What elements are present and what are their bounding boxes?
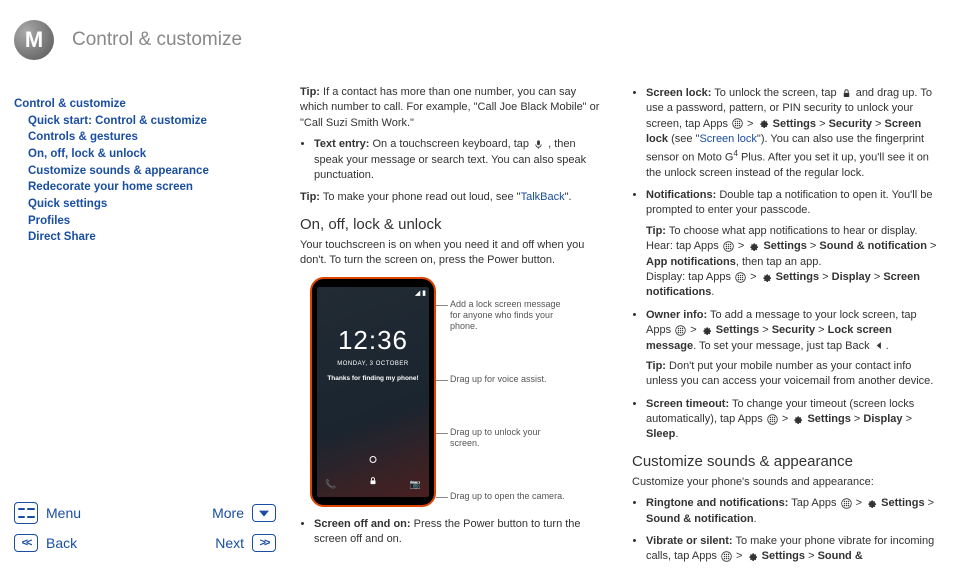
callout-unlock: Drag up to unlock your screen. (450, 427, 570, 450)
status-bar: ◢ ▮ (317, 287, 429, 301)
next-label: Next (215, 535, 244, 551)
tip1-text: If a contact has more than one number, y… (300, 86, 599, 129)
toc-item[interactable]: Direct Share (14, 229, 276, 246)
tip-label: Tip: (300, 86, 320, 98)
heading-onoff: On, off, lock & unlock (300, 214, 606, 235)
ringtone-label: Ringtone and notifications: (646, 497, 788, 509)
content-column-2: Screen lock: To unlock the screen, tap a… (622, 82, 954, 576)
lock-icon (841, 88, 852, 99)
callout-lock-message: Add a lock screen message for anyone who… (450, 299, 570, 333)
toc-item[interactable]: Quick settings (14, 196, 276, 213)
notifications-label: Notifications: (646, 189, 716, 201)
menu-grid-icon (14, 502, 38, 524)
apps-icon (767, 414, 778, 425)
next-arrows-icon: >> (252, 534, 276, 552)
text-entry-label: Text entry: (314, 138, 369, 150)
apps-icon (721, 551, 732, 562)
lock-date: MONDAY, 3 OCTOBER (317, 360, 429, 368)
camera-icon: 📷 (410, 478, 421, 491)
toc-item[interactable]: On, off, lock & unlock (14, 146, 276, 163)
callout-camera: Drag up to open the camera. (450, 491, 570, 502)
apps-icon (723, 241, 734, 252)
table-of-contents: Control & customizeQuick start: Control … (14, 96, 276, 246)
text-entry-a: On a touchscreen keyboard, tap (369, 138, 532, 150)
heading-customize: Customize sounds & appearance (632, 451, 938, 472)
more-button[interactable]: More (154, 502, 276, 524)
content-column-1: Tip: If a contact has more than one numb… (290, 82, 622, 576)
tip-label: Tip: (300, 191, 320, 203)
screen-lock-link[interactable]: Screen lock (699, 133, 756, 145)
phone-mock: ◢ ▮ 12:36 MONDAY, 3 OCTOBER Thanks for f… (310, 277, 436, 507)
gear-icon (748, 241, 759, 252)
onoff-intro: Your touchscreen is on when you need it … (300, 238, 606, 269)
next-button[interactable]: Next >> (154, 534, 276, 552)
apps-icon (732, 118, 743, 129)
toc-item[interactable]: Profiles (14, 213, 276, 230)
screen-timeout-label: Screen timeout: (646, 398, 729, 410)
back-button[interactable]: << Back (14, 534, 136, 552)
tip2-end: ". (565, 191, 572, 203)
mic-icon (533, 139, 544, 150)
screen-off-label: Screen off and on: (314, 518, 411, 530)
callout-voice-assist: Drag up for voice assist. (450, 374, 570, 385)
toc-item[interactable]: Customize sounds & appearance (14, 163, 276, 180)
voice-assist-icon (370, 456, 377, 463)
gear-icon (866, 498, 877, 509)
toc-item[interactable]: Quick start: Control & customize (14, 113, 276, 130)
gear-icon (747, 551, 758, 562)
toc-item[interactable]: Redecorate your home screen (14, 179, 276, 196)
menu-label: Menu (46, 505, 81, 521)
motorola-logo-icon: M (14, 20, 54, 60)
back-arrows-icon: << (14, 534, 38, 552)
gear-icon (761, 272, 772, 283)
apps-icon (735, 272, 746, 283)
more-dropdown-icon (252, 504, 276, 522)
back-triangle-icon (874, 340, 885, 351)
tip2-text: To make your phone read out loud, see " (320, 191, 521, 203)
screen-lock-label: Screen lock: (646, 87, 711, 99)
lock-message: Thanks for finding my phone! (317, 374, 429, 383)
phone-dialer-icon: 📞 (325, 478, 336, 491)
more-label: More (212, 505, 244, 521)
page-title: Control & customize (72, 29, 242, 51)
talkback-link[interactable]: TalkBack (521, 191, 565, 203)
toc-item[interactable]: Control & customize (14, 96, 276, 113)
menu-button[interactable]: Menu (14, 502, 136, 524)
gear-icon (701, 325, 712, 336)
phone-callouts: Add a lock screen message for anyone who… (450, 277, 570, 507)
vibrate-label: Vibrate or silent: (646, 535, 733, 547)
apps-icon (841, 498, 852, 509)
owner-info-label: Owner info: (646, 309, 707, 321)
gear-icon (758, 118, 769, 129)
apps-icon (675, 325, 686, 336)
back-label: Back (46, 535, 77, 551)
toc-item[interactable]: Controls & gestures (14, 129, 276, 146)
lock-clock: 12:36 (317, 322, 429, 358)
customize-intro: Customize your phone's sounds and appear… (632, 475, 938, 490)
gear-icon (792, 414, 803, 425)
lock-icon (368, 476, 378, 491)
